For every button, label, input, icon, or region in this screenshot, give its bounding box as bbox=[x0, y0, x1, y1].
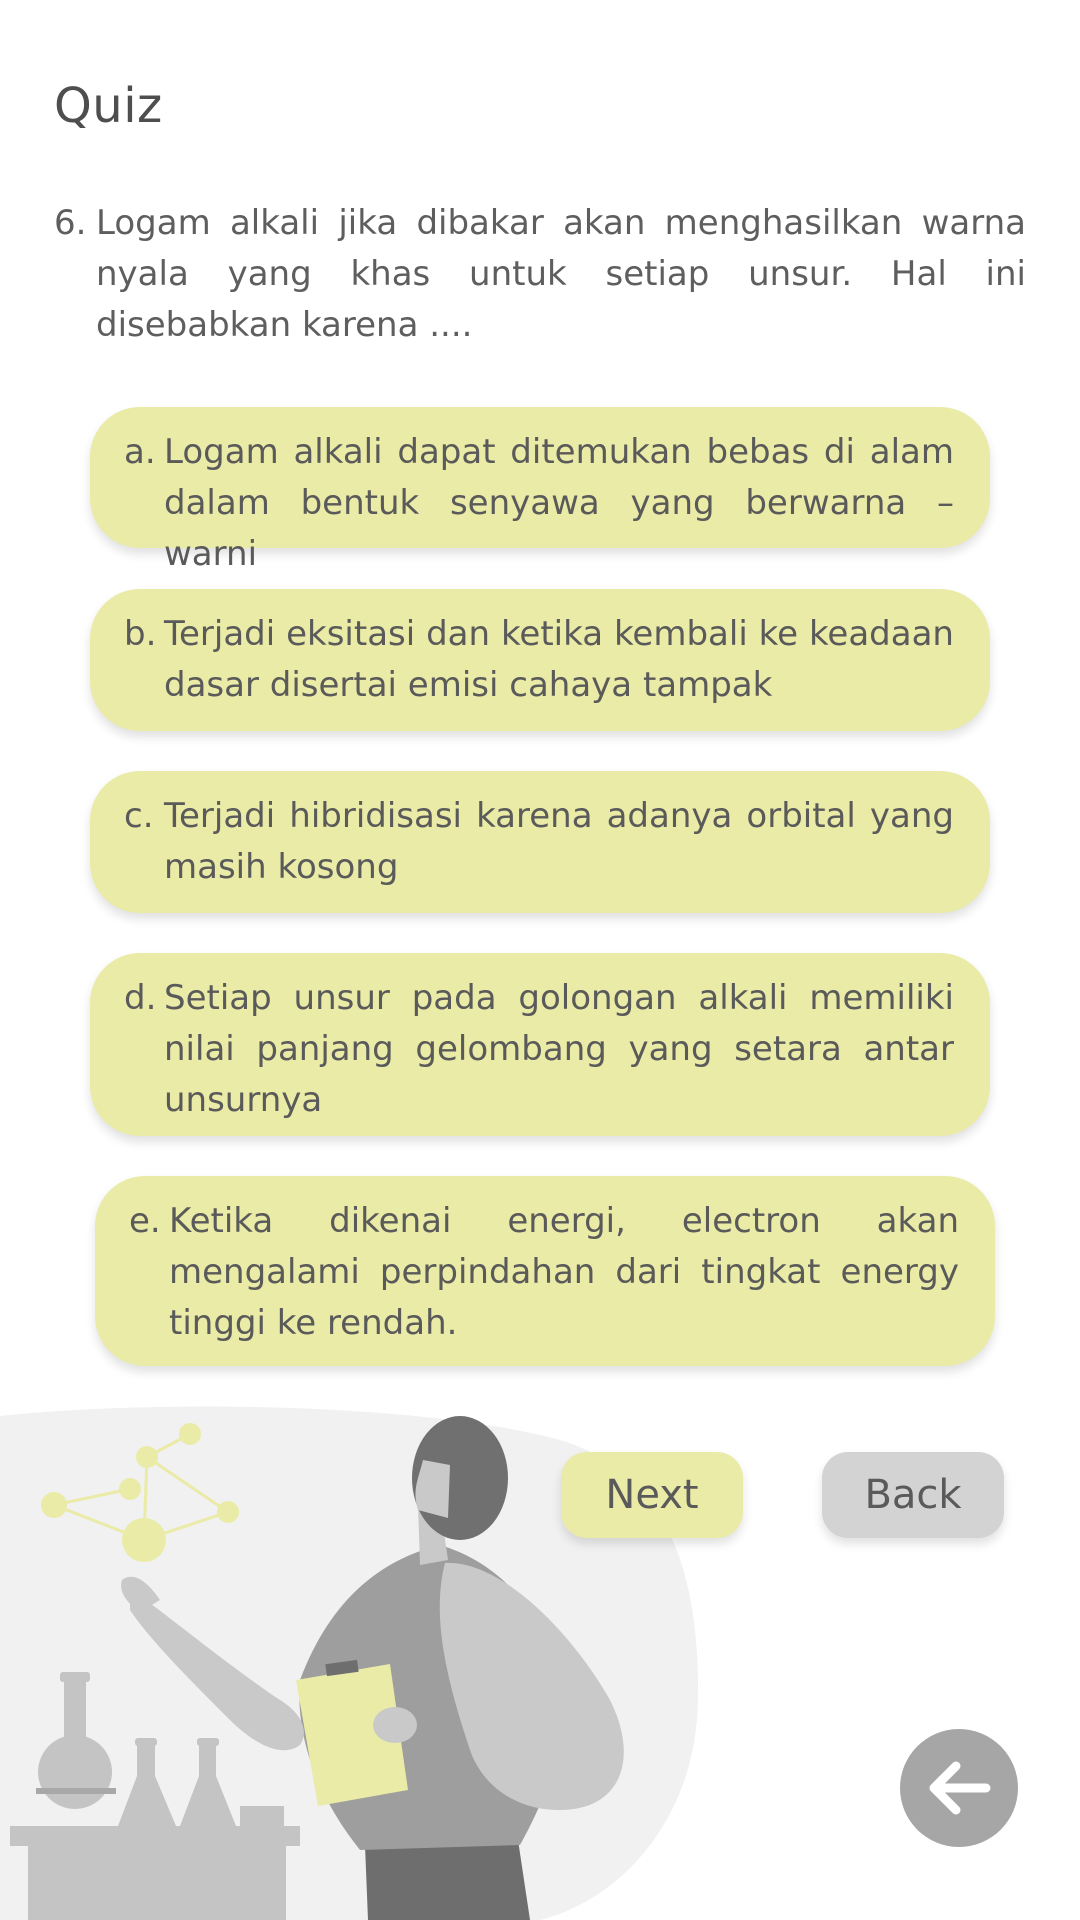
question-text: Logam alkali jika dibakar akan menghasil… bbox=[96, 203, 1026, 345]
option-letter: a. bbox=[124, 432, 156, 472]
option-text: Setiap unsur pada golongan alkali memili… bbox=[164, 978, 954, 1120]
question: 6. Logam alkali jika dibakar akan mengha… bbox=[54, 198, 1026, 351]
back-arrow-button[interactable] bbox=[900, 1729, 1018, 1847]
option-d[interactable]: d. Setiap unsur pada golongan alkali mem… bbox=[90, 953, 990, 1136]
option-letter: c. bbox=[124, 796, 154, 836]
option-letter: d. bbox=[124, 978, 157, 1018]
page-title: Quiz bbox=[54, 78, 163, 134]
option-b[interactable]: b. Terjadi eksitasi dan ketika kembali k… bbox=[90, 589, 990, 731]
next-button[interactable]: Next bbox=[561, 1452, 743, 1538]
option-e[interactable]: e. Ketika dikenai energi, electron akan … bbox=[95, 1176, 995, 1366]
option-text: Ketika dikenai energi, electron akan men… bbox=[169, 1201, 959, 1343]
option-letter: b. bbox=[124, 614, 157, 654]
option-a[interactable]: a. Logam alkali dapat ditemukan bebas di… bbox=[90, 407, 990, 574]
option-letter: e. bbox=[129, 1201, 161, 1241]
back-button[interactable]: Back bbox=[822, 1452, 1004, 1538]
option-text: Terjadi hibridisasi karena adanya orbita… bbox=[164, 796, 954, 887]
option-text: Terjadi eksitasi dan ketika kembali ke k… bbox=[164, 614, 954, 705]
option-c[interactable]: c. Terjadi hibridisasi karena adanya orb… bbox=[90, 771, 990, 913]
arrow-left-icon bbox=[929, 1761, 991, 1815]
question-number: 6. bbox=[54, 203, 87, 243]
option-text: Logam alkali dapat ditemukan bebas di al… bbox=[164, 432, 954, 574]
